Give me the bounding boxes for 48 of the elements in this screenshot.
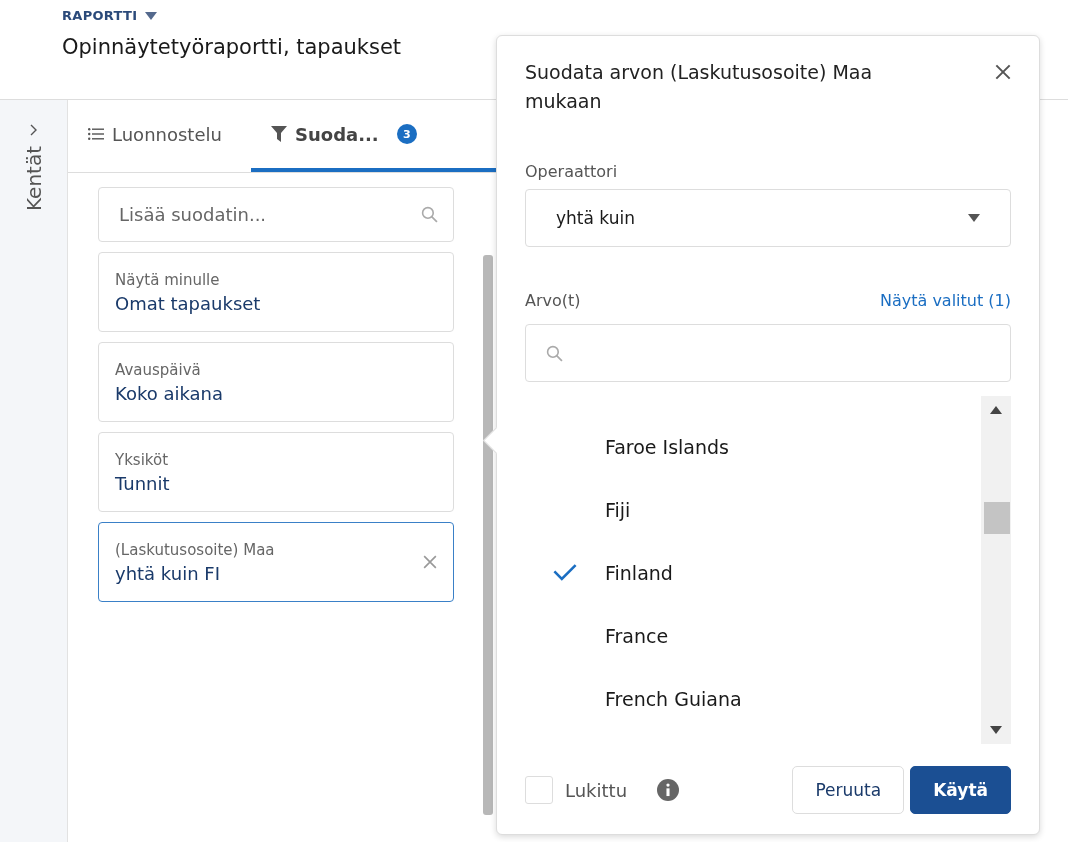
filter-label: Yksiköt	[115, 450, 170, 469]
chevron-icon[interactable]	[29, 124, 38, 136]
filter-label: (Laskutusosoite) Maa	[115, 540, 276, 559]
filter-card[interactable]: Avauspäivä Koko aikana	[98, 342, 454, 422]
locked-label: Lukittu	[565, 779, 628, 801]
scrollbar[interactable]	[483, 255, 493, 815]
scroll-thumb[interactable]	[984, 502, 1010, 534]
filter-card[interactable]: Yksiköt Tunnit	[98, 432, 454, 512]
country-option[interactable]: France	[525, 604, 981, 667]
filter-value: Omat tapaukset	[115, 292, 262, 314]
cancel-button[interactable]: Peruuta	[792, 766, 905, 814]
locked-checkbox[interactable]	[525, 776, 553, 804]
count-badge: 3	[396, 124, 417, 144]
country-option[interactable]: Fiji	[525, 478, 981, 541]
country-option[interactable]: Faroe Islands	[525, 415, 981, 478]
operator-label: Operaattori	[525, 162, 619, 181]
close-icon[interactable]	[995, 64, 1011, 80]
apply-button[interactable]: Käytä	[910, 766, 1011, 814]
filter-card[interactable]: Näytä minulle Omat tapaukset	[98, 252, 454, 332]
remove-icon[interactable]	[423, 555, 437, 569]
filter-card[interactable]: (Laskutusosoite) Maa yhtä kuin FI	[98, 522, 454, 602]
search-icon	[421, 206, 438, 223]
info-icon[interactable]	[657, 779, 680, 801]
scroll-down-icon[interactable]	[990, 726, 1002, 734]
country-option[interactable]: Finland	[525, 541, 981, 604]
scrollbar[interactable]	[981, 396, 1011, 744]
show-selected-link[interactable]: Näytä valitut (1)	[880, 291, 1011, 310]
filter-value: Tunnit	[115, 472, 171, 494]
caret-icon	[968, 214, 980, 222]
list-icon	[88, 128, 104, 140]
caret-icon[interactable]	[145, 11, 158, 20]
report-title: Opinnäytetyöraportti, tapaukset	[62, 35, 403, 59]
popover-title: Suodata arvon (Laskutusosoite) Maa mukaan	[525, 60, 874, 114]
filter-value: Koko aikana	[115, 382, 225, 404]
values-search-field[interactable]	[525, 324, 1011, 382]
breadcrumb[interactable]: RAPORTTI	[62, 8, 138, 23]
country-option[interactable]: French Guiana	[525, 667, 981, 730]
search-icon	[546, 344, 563, 362]
filter-label: Avauspäivä	[115, 360, 202, 379]
scroll-up-icon[interactable]	[990, 406, 1002, 414]
values-label: Arvo(t)	[525, 291, 581, 310]
filter-value: yhtä kuin FI	[115, 562, 221, 584]
filter-search-field[interactable]: Lisää suodatin...	[98, 187, 454, 242]
filter-icon	[271, 126, 287, 142]
filter-label: Näytä minulle	[115, 270, 221, 289]
fields-label[interactable]: Kentät	[21, 146, 46, 212]
operator-select[interactable]: yhtä kuin	[525, 189, 1011, 247]
tab[interactable]: Luonnostelu	[68, 100, 251, 172]
